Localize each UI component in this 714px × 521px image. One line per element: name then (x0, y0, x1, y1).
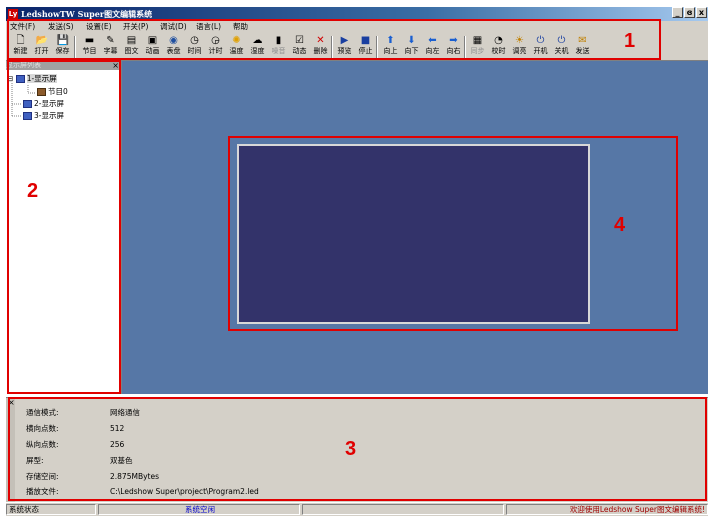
status-system-state: 系统状态 (6, 504, 96, 515)
status-comm-state: 系统空闲 (98, 504, 300, 515)
callout-box-1 (7, 19, 661, 60)
restore-button[interactable]: ɞ (684, 7, 695, 18)
callout-number-1: 1 (624, 30, 636, 52)
callout-box-2 (7, 60, 121, 394)
callout-box-3 (8, 397, 707, 501)
close-button[interactable]: x (696, 7, 707, 18)
status-empty-cell (302, 504, 504, 515)
app-logo-icon: Ly (8, 9, 18, 19)
callout-number-4: 4 (614, 214, 626, 236)
callout-number-3: 3 (345, 438, 357, 460)
callout-box-4 (228, 136, 678, 331)
callout-number-2: 2 (27, 180, 39, 202)
status-welcome-message: 欢迎使用Ledshow Super图文编辑系统! (506, 504, 708, 515)
minimize-button[interactable]: _ (672, 7, 683, 18)
status-bar: 系统状态 系统空闲 欢迎使用Ledshow Super图文编辑系统! (6, 502, 708, 516)
